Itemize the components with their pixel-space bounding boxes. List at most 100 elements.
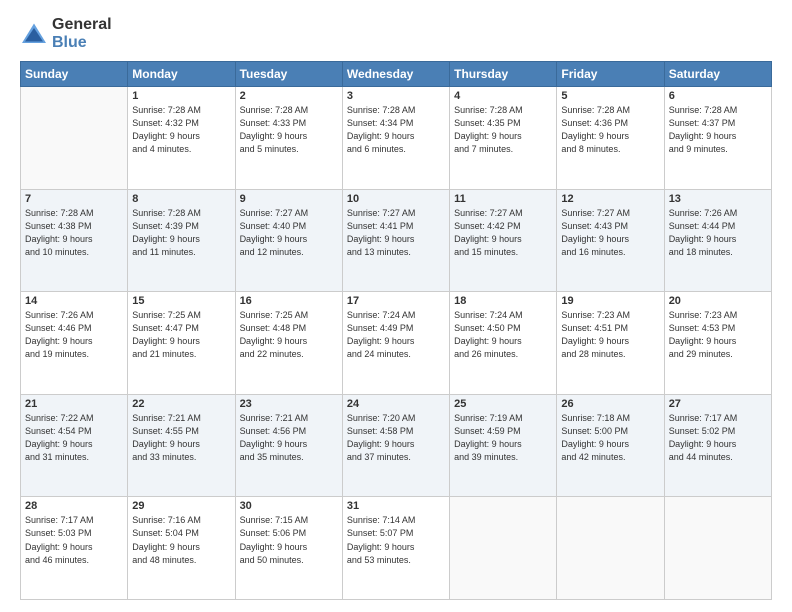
calendar-cell (557, 497, 664, 600)
day-info: Sunrise: 7:21 AMSunset: 4:56 PMDaylight:… (240, 412, 338, 464)
calendar-cell: 3 Sunrise: 7:28 AMSunset: 4:34 PMDaylight… (342, 87, 449, 190)
weekday-header-saturday: Saturday (664, 62, 771, 87)
day-info: Sunrise: 7:15 AMSunset: 5:06 PMDaylight:… (240, 514, 338, 566)
calendar-header-row: SundayMondayTuesdayWednesdayThursdayFrid… (21, 62, 772, 87)
calendar-week-5: 28 Sunrise: 7:17 AMSunset: 5:03 PMDayligh… (21, 497, 772, 600)
day-number: 16 (240, 295, 338, 307)
calendar-cell: 28 Sunrise: 7:17 AMSunset: 5:03 PMDayligh… (21, 497, 128, 600)
calendar-cell: 30 Sunrise: 7:15 AMSunset: 5:06 PMDayligh… (235, 497, 342, 600)
day-info: Sunrise: 7:20 AMSunset: 4:58 PMDaylight:… (347, 412, 445, 464)
logo-icon (20, 22, 48, 46)
day-info: Sunrise: 7:23 AMSunset: 4:51 PMDaylight:… (561, 309, 659, 361)
calendar-cell: 1 Sunrise: 7:28 AMSunset: 4:32 PMDaylight… (128, 87, 235, 190)
calendar-cell: 23Sunrise: 7:21 AMSunset: 4:56 PMDayligh… (235, 394, 342, 497)
day-number: 9 (240, 193, 338, 205)
calendar-cell: 20Sunrise: 7:23 AMSunset: 4:53 PMDayligh… (664, 292, 771, 395)
day-info: Sunrise: 7:24 AMSunset: 4:50 PMDaylight:… (454, 309, 552, 361)
day-number: 31 (347, 500, 445, 512)
day-info: Sunrise: 7:17 AMSunset: 5:02 PMDaylight:… (669, 412, 767, 464)
calendar-cell: 7Sunrise: 7:28 AMSunset: 4:38 PMDaylight… (21, 189, 128, 292)
weekday-header-wednesday: Wednesday (342, 62, 449, 87)
calendar-cell: 14 Sunrise: 7:26 AMSunset: 4:46 PMDayligh… (21, 292, 128, 395)
weekday-header-tuesday: Tuesday (235, 62, 342, 87)
calendar-cell: 29 Sunrise: 7:16 AMSunset: 5:04 PMDayligh… (128, 497, 235, 600)
day-info: Sunrise: 7:27 AMSunset: 4:41 PMDaylight:… (347, 207, 445, 259)
calendar-cell: 11 Sunrise: 7:27 AMSunset: 4:42 PMDayligh… (450, 189, 557, 292)
day-number: 11 (454, 193, 552, 205)
calendar-week-1: 1 Sunrise: 7:28 AMSunset: 4:32 PMDaylight… (21, 87, 772, 190)
day-number: 7 (25, 193, 123, 205)
day-info: Sunrise: 7:28 AMSunset: 4:36 PMDaylight:… (561, 104, 659, 156)
weekday-header-friday: Friday (557, 62, 664, 87)
day-number: 14 (25, 295, 123, 307)
day-info: Sunrise: 7:28 AMSunset: 4:35 PMDaylight:… (454, 104, 552, 156)
calendar-cell: 2 Sunrise: 7:28 AMSunset: 4:33 PMDaylight… (235, 87, 342, 190)
day-info: Sunrise: 7:27 AMSunset: 4:40 PMDaylight:… (240, 207, 338, 259)
day-number: 2 (240, 90, 338, 102)
calendar-cell: 18 Sunrise: 7:24 AMSunset: 4:50 PMDayligh… (450, 292, 557, 395)
day-info: Sunrise: 7:23 AMSunset: 4:53 PMDaylight:… (669, 309, 767, 361)
page: General Blue SundayMondayTuesdayWednesda… (0, 0, 792, 612)
day-info: Sunrise: 7:28 AMSunset: 4:32 PMDaylight:… (132, 104, 230, 156)
day-number: 5 (561, 90, 659, 102)
calendar-cell: 17Sunrise: 7:24 AMSunset: 4:49 PMDayligh… (342, 292, 449, 395)
day-number: 21 (25, 398, 123, 410)
header: General Blue (20, 16, 772, 51)
day-info: Sunrise: 7:25 AMSunset: 4:48 PMDaylight:… (240, 309, 338, 361)
day-info: Sunrise: 7:16 AMSunset: 5:04 PMDaylight:… (132, 514, 230, 566)
weekday-header-monday: Monday (128, 62, 235, 87)
day-info: Sunrise: 7:28 AMSunset: 4:37 PMDaylight:… (669, 104, 767, 156)
day-info: Sunrise: 7:19 AMSunset: 4:59 PMDaylight:… (454, 412, 552, 464)
day-info: Sunrise: 7:28 AMSunset: 4:33 PMDaylight:… (240, 104, 338, 156)
day-number: 15 (132, 295, 230, 307)
calendar-cell: 13Sunrise: 7:26 AMSunset: 4:44 PMDayligh… (664, 189, 771, 292)
calendar-cell (21, 87, 128, 190)
calendar-cell: 12 Sunrise: 7:27 AMSunset: 4:43 PMDayligh… (557, 189, 664, 292)
day-number: 18 (454, 295, 552, 307)
day-info: Sunrise: 7:26 AMSunset: 4:46 PMDaylight:… (25, 309, 123, 361)
day-number: 28 (25, 500, 123, 512)
calendar-cell: 16 Sunrise: 7:25 AMSunset: 4:48 PMDayligh… (235, 292, 342, 395)
day-number: 1 (132, 90, 230, 102)
calendar-cell: 21 Sunrise: 7:22 AMSunset: 4:54 PMDayligh… (21, 394, 128, 497)
day-number: 6 (669, 90, 767, 102)
day-number: 30 (240, 500, 338, 512)
day-info: Sunrise: 7:25 AMSunset: 4:47 PMDaylight:… (132, 309, 230, 361)
day-number: 24 (347, 398, 445, 410)
day-number: 22 (132, 398, 230, 410)
day-info: Sunrise: 7:18 AMSunset: 5:00 PMDaylight:… (561, 412, 659, 464)
calendar-cell: 10 Sunrise: 7:27 AMSunset: 4:41 PMDayligh… (342, 189, 449, 292)
calendar-cell: 4Sunrise: 7:28 AMSunset: 4:35 PMDaylight… (450, 87, 557, 190)
day-number: 3 (347, 90, 445, 102)
calendar-cell: 15 Sunrise: 7:25 AMSunset: 4:47 PMDayligh… (128, 292, 235, 395)
day-info: Sunrise: 7:26 AMSunset: 4:44 PMDaylight:… (669, 207, 767, 259)
calendar-cell: 9 Sunrise: 7:27 AMSunset: 4:40 PMDaylight… (235, 189, 342, 292)
logo: General Blue (20, 16, 112, 51)
calendar-cell: 27Sunrise: 7:17 AMSunset: 5:02 PMDayligh… (664, 394, 771, 497)
day-number: 29 (132, 500, 230, 512)
calendar-week-3: 14 Sunrise: 7:26 AMSunset: 4:46 PMDayligh… (21, 292, 772, 395)
calendar: SundayMondayTuesdayWednesdayThursdayFrid… (20, 61, 772, 600)
calendar-cell: 8 Sunrise: 7:28 AMSunset: 4:39 PMDaylight… (128, 189, 235, 292)
calendar-cell: 25Sunrise: 7:19 AMSunset: 4:59 PMDayligh… (450, 394, 557, 497)
day-number: 10 (347, 193, 445, 205)
weekday-header-thursday: Thursday (450, 62, 557, 87)
day-info: Sunrise: 7:27 AMSunset: 4:42 PMDaylight:… (454, 207, 552, 259)
calendar-week-4: 21 Sunrise: 7:22 AMSunset: 4:54 PMDayligh… (21, 394, 772, 497)
calendar-cell: 5 Sunrise: 7:28 AMSunset: 4:36 PMDaylight… (557, 87, 664, 190)
calendar-cell: 6 Sunrise: 7:28 AMSunset: 4:37 PMDaylight… (664, 87, 771, 190)
day-number: 8 (132, 193, 230, 205)
day-info: Sunrise: 7:17 AMSunset: 5:03 PMDaylight:… (25, 514, 123, 566)
weekday-header-sunday: Sunday (21, 62, 128, 87)
day-info: Sunrise: 7:14 AMSunset: 5:07 PMDaylight:… (347, 514, 445, 566)
day-info: Sunrise: 7:24 AMSunset: 4:49 PMDaylight:… (347, 309, 445, 361)
calendar-cell (450, 497, 557, 600)
day-info: Sunrise: 7:22 AMSunset: 4:54 PMDaylight:… (25, 412, 123, 464)
day-number: 12 (561, 193, 659, 205)
day-info: Sunrise: 7:21 AMSunset: 4:55 PMDaylight:… (132, 412, 230, 464)
calendar-cell: 26Sunrise: 7:18 AMSunset: 5:00 PMDayligh… (557, 394, 664, 497)
calendar-cell: 31 Sunrise: 7:14 AMSunset: 5:07 PMDayligh… (342, 497, 449, 600)
day-info: Sunrise: 7:28 AMSunset: 4:39 PMDaylight:… (132, 207, 230, 259)
day-info: Sunrise: 7:28 AMSunset: 4:34 PMDaylight:… (347, 104, 445, 156)
day-info: Sunrise: 7:27 AMSunset: 4:43 PMDaylight:… (561, 207, 659, 259)
